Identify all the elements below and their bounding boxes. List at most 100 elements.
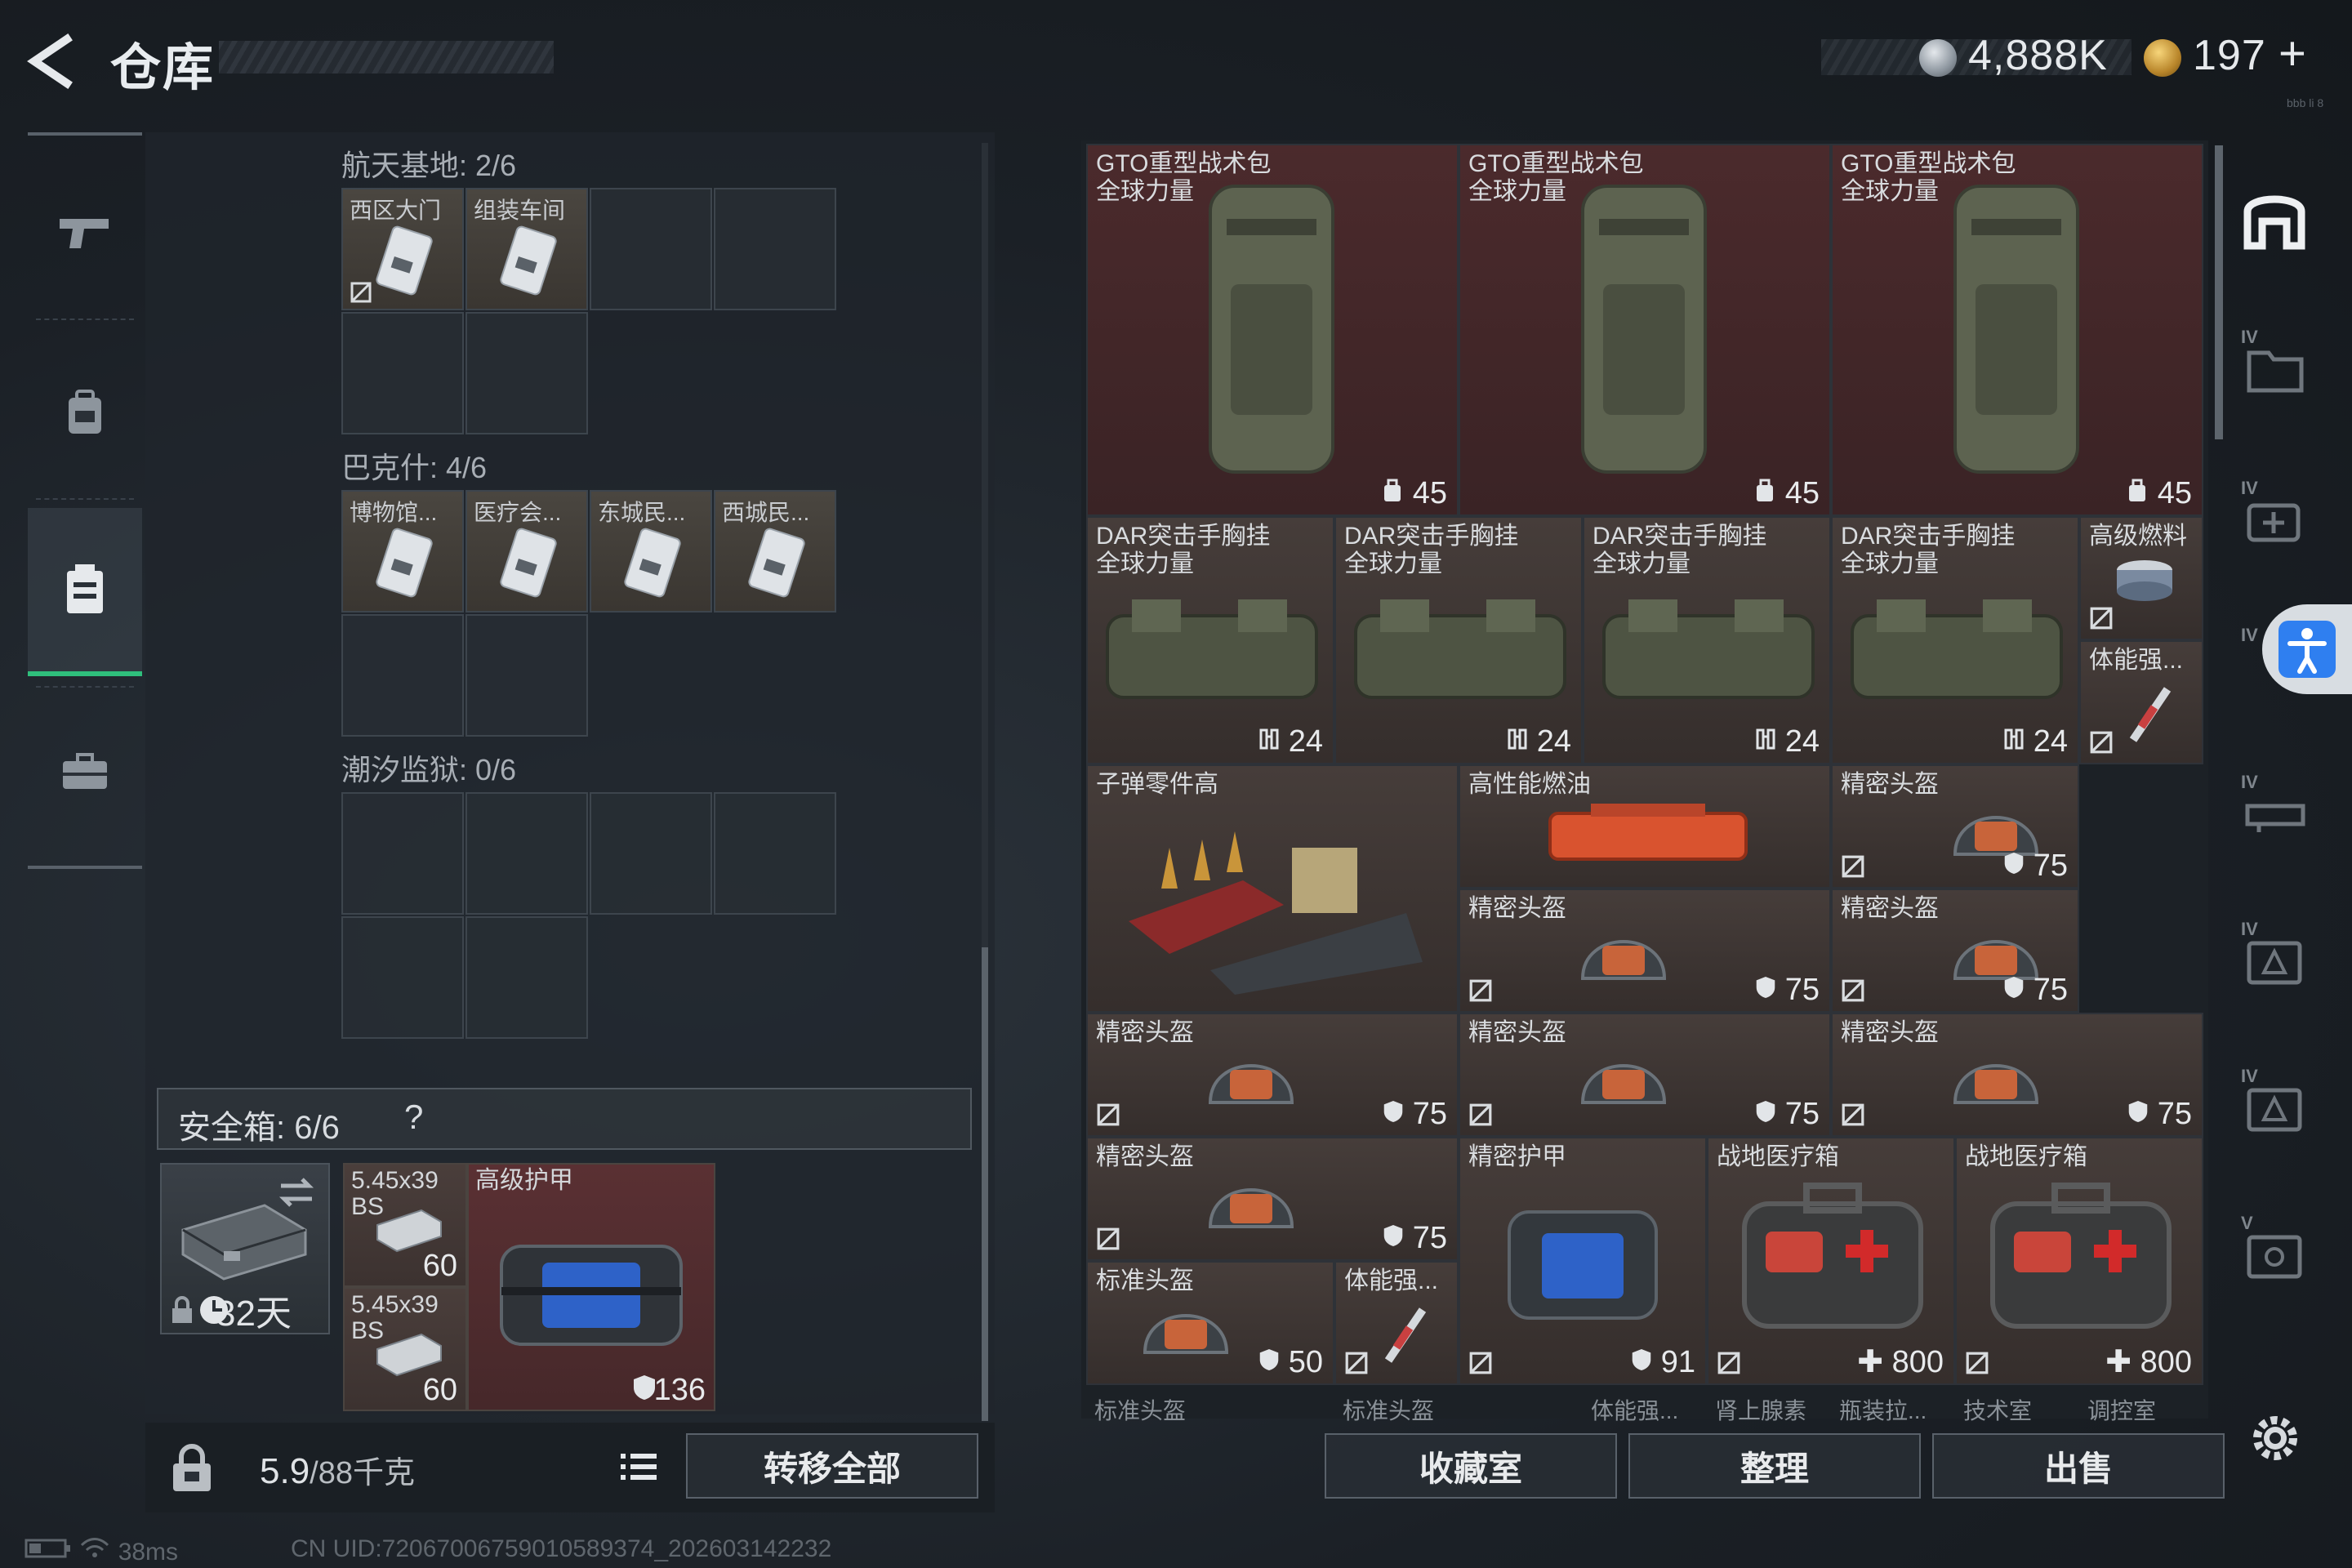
helmet-item[interactable]: 精密头盔 75 — [1831, 764, 2079, 889]
grid-scrollbar-thumb[interactable] — [2215, 145, 2223, 439]
no-insure-icon — [1842, 855, 1864, 878]
empty-slot[interactable] — [341, 792, 464, 915]
empty-slot[interactable] — [590, 792, 712, 915]
keycard-label: 西城民... — [722, 500, 810, 525]
gear-icon[interactable] — [2246, 1409, 2305, 1468]
armor-item[interactable]: 精密护甲 91 — [1459, 1137, 1707, 1385]
helmet-item[interactable]: 精密头盔 75 — [1831, 889, 2079, 1013]
item-name: 体能强... — [2089, 647, 2184, 674]
heal-value: ✚ 800 — [2105, 1345, 2192, 1379]
back-arrow-icon[interactable] — [24, 33, 82, 90]
uid-readout: CN UID:72067006759010589374_202603142232 — [291, 1535, 832, 1562]
armor-durability: 136 — [653, 1373, 706, 1407]
keycard-icon — [376, 225, 433, 296]
armor-slot[interactable]: 高级护甲 136 — [467, 1163, 715, 1411]
backpack-item[interactable]: GTO重型战术包 全球力量 45 — [1086, 144, 1459, 516]
keycard-slot[interactable]: 组装车间 — [466, 188, 588, 310]
helmet-image — [1580, 1064, 1667, 1104]
empty-slot[interactable] — [714, 188, 836, 310]
stim-item[interactable]: 体能强... — [2079, 640, 2203, 764]
title-decoration — [219, 41, 554, 74]
list-view-icon[interactable] — [611, 1437, 666, 1496]
helmet-item[interactable]: 精密头盔 75 — [1086, 1013, 1459, 1137]
nav-cases[interactable] — [28, 690, 142, 853]
ammo-slot[interactable]: 5.45x39 BS 60 — [343, 1163, 467, 1287]
std-helmet-item[interactable]: 标准头盔 50 — [1086, 1261, 1334, 1385]
empty-slot[interactable] — [466, 916, 588, 1039]
safe-box-label: 安全箱: 6/6 — [178, 1110, 340, 1146]
safe-box-help-button[interactable]: ? — [404, 1098, 423, 1137]
rig-capacity-icon — [1259, 728, 1279, 750]
nav-backpacks[interactable] — [28, 331, 142, 494]
transfer-all-button[interactable]: 转移全部 — [686, 1433, 978, 1499]
keycard-slot[interactable]: 西区大门 — [341, 188, 464, 310]
preview-label: 技术室 — [1963, 1398, 2033, 1423]
nav-vests[interactable] — [28, 508, 142, 676]
chest-rig-item[interactable]: DAR突击手胸挂 全球力量 24 — [1334, 516, 1583, 764]
chest-rig-item[interactable]: DAR突击手胸挂 全球力量 24 — [1086, 516, 1334, 764]
medkit-item[interactable]: 战地医疗箱 ✚ 800 — [1707, 1137, 1955, 1385]
shield-icon — [2004, 853, 2024, 874]
empty-slot[interactable] — [590, 188, 712, 310]
fuel-item[interactable]: 高级燃料 — [2079, 516, 2203, 640]
empty-slot[interactable] — [466, 792, 588, 915]
medkit-item[interactable]: 战地医疗箱 ✚ 800 — [1955, 1137, 2203, 1385]
helmet-image — [1580, 940, 1667, 980]
item-name: DAR突击手胸挂 全球力量 — [1344, 523, 1519, 577]
durability: 50 — [1258, 1345, 1323, 1380]
hp-fuel-item[interactable]: 高性能燃油 — [1459, 764, 1831, 889]
keycard-label: 西区大门 — [350, 198, 442, 223]
shield-icon — [1632, 1349, 1651, 1370]
backpack-item[interactable]: GTO重型战术包 全球力量 45 — [1831, 144, 2203, 516]
lock-icon — [172, 1296, 192, 1323]
empty-slot[interactable] — [714, 792, 836, 915]
accessibility-icon[interactable] — [2278, 621, 2336, 678]
side-tab-iv-2[interactable]: IV — [2239, 478, 2310, 548]
durability: 91 — [1631, 1345, 1695, 1380]
side-tab-iv-4[interactable]: IV — [2239, 772, 2310, 842]
sell-button[interactable]: 出售 — [1932, 1433, 2225, 1499]
helmet-item[interactable]: 精密头盔 75 — [1831, 1013, 2203, 1137]
backpack-item[interactable]: GTO重型战术包 全球力量 45 — [1459, 144, 1831, 516]
helmet-item[interactable]: 精密头盔 75 — [1459, 889, 1831, 1013]
chest-rig-item[interactable]: DAR突击手胸挂 全球力量 24 — [1831, 516, 2079, 764]
add-currency-button[interactable]: + — [2278, 26, 2306, 81]
item-name: 精密头盔 — [1468, 895, 1566, 922]
helmet-image — [1208, 1188, 1294, 1228]
warehouse-icon[interactable] — [2239, 184, 2310, 254]
stim-item[interactable]: 体能强... — [1334, 1261, 1459, 1385]
keycard-slot[interactable]: 医疗会... — [466, 490, 588, 612]
sort-button[interactable]: 整理 — [1628, 1433, 1921, 1499]
empty-slot[interactable] — [466, 312, 588, 434]
keycard-slot[interactable]: 东城民... — [590, 490, 712, 612]
medkit-image — [1742, 1183, 1923, 1329]
chest-rig-item[interactable]: DAR突击手胸挂 全球力量 24 — [1583, 516, 1831, 764]
keycard-slot[interactable]: 西城民... — [714, 490, 836, 612]
side-tab-iv-5[interactable]: IV — [2239, 919, 2310, 989]
helmet-image — [1953, 1064, 2039, 1104]
region-label: 潮汐监狱: 0/6 — [341, 753, 517, 786]
shield-icon — [2128, 1101, 2148, 1122]
currency-gold: 197 — [2193, 32, 2266, 79]
ammo-parts-item[interactable]: 子弹零件高 — [1086, 764, 1459, 1013]
ammo-slot[interactable]: 5.45x39 BS 60 — [343, 1287, 467, 1411]
empty-slot[interactable] — [466, 614, 588, 737]
empty-slot[interactable] — [341, 916, 464, 1039]
chest-rig-image — [1851, 599, 2063, 699]
empty-slot[interactable] — [341, 312, 464, 434]
shield-icon — [1259, 1349, 1279, 1370]
side-tab-iv-1[interactable]: IV — [2239, 327, 2310, 397]
keycard-label: 组装车间 — [474, 198, 566, 223]
empty-slot[interactable] — [341, 614, 464, 737]
side-tab-iv-6[interactable]: IV — [2239, 1066, 2310, 1136]
scrollbar-thumb[interactable] — [982, 947, 988, 1421]
helmet-item[interactable]: 精密头盔 75 — [1459, 1013, 1831, 1137]
keycard-icon — [376, 528, 433, 598]
nav-weapons[interactable] — [28, 151, 142, 314]
durability: 75 — [1755, 1097, 1820, 1132]
collection-room-button[interactable]: 收藏室 — [1325, 1433, 1617, 1499]
helmet-item[interactable]: 精密头盔 75 — [1086, 1137, 1459, 1261]
preview-label: 肾上腺素 — [1715, 1398, 1807, 1423]
side-tab-v[interactable]: V — [2239, 1213, 2310, 1283]
keycard-slot[interactable]: 博物馆... — [341, 490, 464, 612]
